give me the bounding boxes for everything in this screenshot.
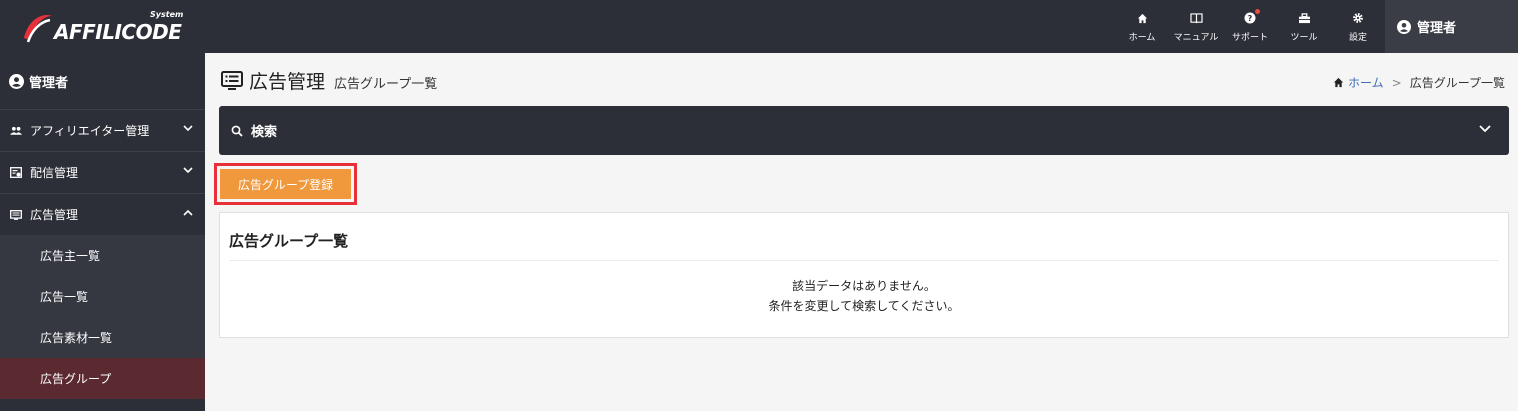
toolbox-icon (1298, 10, 1311, 26)
user-menu-label: 管理者 (1417, 21, 1457, 36)
delivery-icon (10, 167, 22, 178)
account-circle-icon (9, 73, 24, 89)
ad-icon (10, 209, 22, 220)
chevron-up-icon (183, 209, 193, 216)
logo-system-tag: System (150, 10, 184, 19)
logo-wordmark: AFFILICODE (54, 20, 182, 44)
ad-group-list-card: 広告グループ一覧 該当データはありません。 条件を変更して検索してください。 (219, 212, 1509, 338)
nav-manual[interactable]: マニュアル (1170, 0, 1222, 53)
nav-tools-label: ツール (1290, 33, 1318, 43)
nav-support[interactable]: ? サポート (1228, 0, 1272, 53)
breadcrumb-home-link[interactable]: ホーム (1348, 74, 1384, 91)
sidebar-subitem-materials[interactable]: 広告素材一覧 (0, 317, 205, 358)
ad-monitor-icon (221, 70, 243, 90)
gear-icon (1352, 10, 1364, 26)
page-header: 広告管理 広告グループ一覧 (221, 67, 437, 94)
empty-state-line: 該当データはありません。 (792, 279, 936, 293)
chevron-down-icon (1479, 125, 1491, 133)
breadcrumb: ホーム > 広告グループ一覧 (1333, 74, 1505, 91)
notification-dot (1255, 9, 1260, 14)
nav-home-label: ホーム (1128, 33, 1156, 43)
card-divider (229, 260, 1499, 261)
register-button-highlight: 広告グループ登録 (214, 163, 357, 205)
book-icon (1189, 10, 1203, 26)
sidebar-item-ads[interactable]: 広告管理 (0, 193, 205, 235)
search-icon (231, 125, 243, 137)
user-menu[interactable]: 管理者 (1385, 0, 1518, 53)
nav-support-label: サポート (1231, 33, 1268, 43)
sidebar-user: 管理者 (0, 53, 205, 109)
logo-swoosh-icon (24, 14, 52, 43)
top-header: System AFFILICODE ホーム マニュアル ? サポート ツール 設… (0, 0, 1518, 53)
home-icon (1333, 77, 1344, 88)
chevron-down-icon (183, 167, 193, 174)
sidebar-item-label: 配信管理 (30, 166, 79, 180)
sidebar-item-label: 広告管理 (30, 208, 79, 222)
help-icon: ? (1244, 9, 1260, 26)
empty-state-message: 該当データはありません。 条件を変更して検索してください。 (220, 276, 1508, 316)
sidebar-subitem-advertisers[interactable]: 広告主一覧 (0, 235, 205, 276)
nav-settings[interactable]: 設定 (1340, 0, 1376, 53)
empty-state-line: 条件を変更して検索してください。 (768, 299, 960, 313)
register-ad-group-button[interactable]: 広告グループ登録 (220, 169, 351, 199)
breadcrumb-current: 広告グループ一覧 (1409, 76, 1505, 90)
app-logo[interactable]: System AFFILICODE (18, 8, 193, 46)
sidebar-subitem-ads[interactable]: 広告一覧 (0, 276, 205, 317)
nav-manual-label: マニュアル (1173, 33, 1219, 43)
sidebar-item-delivery[interactable]: 配信管理 (0, 151, 205, 193)
home-icon (1137, 10, 1148, 26)
sidebar-subitem-ad-groups[interactable]: 広告グループ (0, 358, 205, 399)
nav-home[interactable]: ホーム (1123, 0, 1161, 53)
breadcrumb-separator: > (1391, 75, 1402, 90)
people-icon (10, 126, 22, 135)
nav-tools[interactable]: ツール (1284, 0, 1324, 53)
sidebar: 管理者 アフィリエイター管理 配信管理 広告管理 広告主一覧 広告一覧 広告素材… (0, 53, 205, 411)
page-title: 広告管理 (249, 71, 326, 93)
chevron-down-icon (183, 125, 193, 132)
card-title: 広告グループ一覧 (229, 232, 349, 250)
main-content: 広告管理 広告グループ一覧 ホーム > 広告グループ一覧 検索 広告グループ登録… (205, 53, 1518, 411)
search-panel-toggle[interactable]: 検索 (219, 106, 1509, 155)
page-subtitle: 広告グループ一覧 (334, 77, 438, 92)
nav-settings-label: 設定 (1348, 33, 1367, 43)
sidebar-item-label: アフィリエイター管理 (30, 124, 150, 138)
sidebar-item-affiliate[interactable]: アフィリエイター管理 (0, 109, 205, 151)
sidebar-user-name: 管理者 (29, 75, 69, 91)
account-circle-icon (1397, 19, 1411, 34)
svg-text:?: ? (1248, 14, 1253, 23)
search-panel-label: 検索 (251, 125, 278, 140)
